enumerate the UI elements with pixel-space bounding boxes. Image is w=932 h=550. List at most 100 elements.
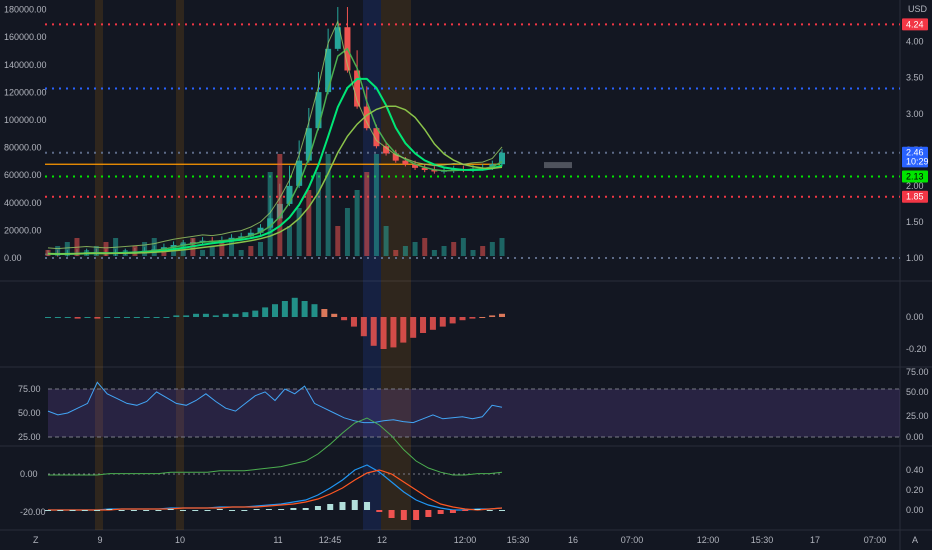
volume-bar xyxy=(344,208,350,256)
osc-bar xyxy=(183,315,190,317)
osc-bar xyxy=(104,317,111,318)
osc-bar xyxy=(242,312,249,317)
macd-hist-bar xyxy=(118,510,125,511)
osc-bar xyxy=(459,317,466,321)
candle-body xyxy=(325,48,332,93)
osc-bar xyxy=(400,317,407,343)
osc-bar xyxy=(222,313,229,317)
x-axis-label: 15:30 xyxy=(751,535,774,545)
macd-hist-bar xyxy=(143,510,150,511)
macd-hist-bar xyxy=(327,504,334,510)
x-axis-label: 9 xyxy=(97,535,102,545)
macd-hist-bar xyxy=(57,510,64,511)
macd-hist-bar xyxy=(69,510,76,511)
volume-bar xyxy=(258,242,264,256)
chart-stage: 1.001.502.002.503.003.504.00USD0.0020000… xyxy=(0,0,932,550)
rsi-left-tick: 25.00 xyxy=(18,432,41,442)
osc-bar xyxy=(390,317,397,348)
volume-bar xyxy=(402,246,408,256)
macd-right-tick: 0.00 xyxy=(906,505,924,515)
volume-bar xyxy=(460,238,466,256)
osc-bar xyxy=(143,317,150,318)
rsi-left-tick: 75.00 xyxy=(18,384,41,394)
x-axis-label: 10 xyxy=(175,535,185,545)
osc-bar xyxy=(321,309,328,317)
macd-hist-bar xyxy=(253,509,260,510)
macd-hist-bar xyxy=(106,509,113,510)
volume-bar xyxy=(238,250,244,256)
volume-bar xyxy=(451,242,457,256)
rsi-right-tick: 25.00 xyxy=(906,411,929,421)
osc-bar xyxy=(54,317,61,318)
price-left-tick: 0.00 xyxy=(4,253,22,263)
macd-hist-bar xyxy=(216,509,223,510)
volume-bar xyxy=(335,226,341,256)
osc-bar xyxy=(439,317,446,327)
x-axis-label: 12 xyxy=(377,535,387,545)
price-right-tick: 1.00 xyxy=(906,253,924,263)
osc-bar xyxy=(173,315,180,317)
candle-body xyxy=(315,92,322,129)
timezone-icon[interactable]: Z xyxy=(33,535,39,545)
macd-hist-bar xyxy=(437,510,444,514)
macd-left-tick: 0.00 xyxy=(20,469,38,479)
macd-hist-bar xyxy=(278,509,285,510)
macd-hist-bar xyxy=(45,510,51,511)
macd-hist-bar xyxy=(376,510,383,512)
macd-right-tick: 0.40 xyxy=(906,465,924,475)
price-left-tick: 60000.00 xyxy=(4,170,42,180)
macd-hist-bar xyxy=(81,510,88,511)
x-axis-label: 07:00 xyxy=(864,535,887,545)
price-tag-label: 10:29 xyxy=(906,156,929,166)
rsi-right-tick: 50.00 xyxy=(906,387,929,397)
price-left-tick: 180000.00 xyxy=(4,5,47,15)
osc-bar xyxy=(410,317,417,338)
macd-hist-bar xyxy=(302,508,309,510)
price-left-tick: 140000.00 xyxy=(4,60,47,70)
volume-bar xyxy=(393,250,399,256)
volume-bar xyxy=(489,242,495,256)
osc-bar xyxy=(45,317,51,318)
macd-hist-bar xyxy=(413,510,420,520)
volume-bar xyxy=(422,238,428,256)
macd-hist-bar xyxy=(314,506,321,510)
macd-hist-bar xyxy=(94,510,101,511)
volume-bar xyxy=(142,242,148,256)
osc-bar xyxy=(64,317,71,318)
osc-bar xyxy=(370,317,377,346)
osc-bar xyxy=(291,297,298,317)
osc-bar xyxy=(331,313,338,317)
osc-bar xyxy=(272,304,278,317)
macd-hist-bar xyxy=(265,509,272,510)
macd-hist-bar xyxy=(204,510,211,511)
macd-hist-bar xyxy=(474,509,481,510)
x-axis-label: 17 xyxy=(810,535,820,545)
macd-hist-bar xyxy=(388,510,395,518)
macd-hist-bar xyxy=(486,510,493,511)
scale-toggle[interactable]: A xyxy=(912,535,918,545)
volume-bar xyxy=(151,238,157,256)
volume-bar xyxy=(480,246,486,256)
price-left-tick: 160000.00 xyxy=(4,32,47,42)
macd-hist-bar xyxy=(449,510,456,513)
volume-bar xyxy=(219,242,225,256)
macd-hist-bar xyxy=(192,510,199,511)
projection-box xyxy=(544,162,572,169)
osc-bar xyxy=(123,317,130,318)
volume-bar xyxy=(470,250,476,256)
osc-bar xyxy=(380,317,387,349)
osc-bar xyxy=(420,317,427,333)
rsi-right-tick: 0.00 xyxy=(906,432,924,442)
osc-bar xyxy=(94,317,101,319)
macd-hist-bar xyxy=(462,510,469,511)
volume-bar xyxy=(306,190,312,256)
x-axis-label: 12:45 xyxy=(319,535,342,545)
osc-right-tick: 0.00 xyxy=(906,312,924,322)
price-right-tick: 3.50 xyxy=(906,73,924,83)
osc-bar xyxy=(350,317,357,327)
macd-hist-bar xyxy=(167,509,174,510)
osc-bar xyxy=(193,313,200,317)
price-left-tick: 100000.00 xyxy=(4,115,47,125)
osc-bar xyxy=(281,301,288,317)
macd-hist-bar xyxy=(179,510,186,511)
